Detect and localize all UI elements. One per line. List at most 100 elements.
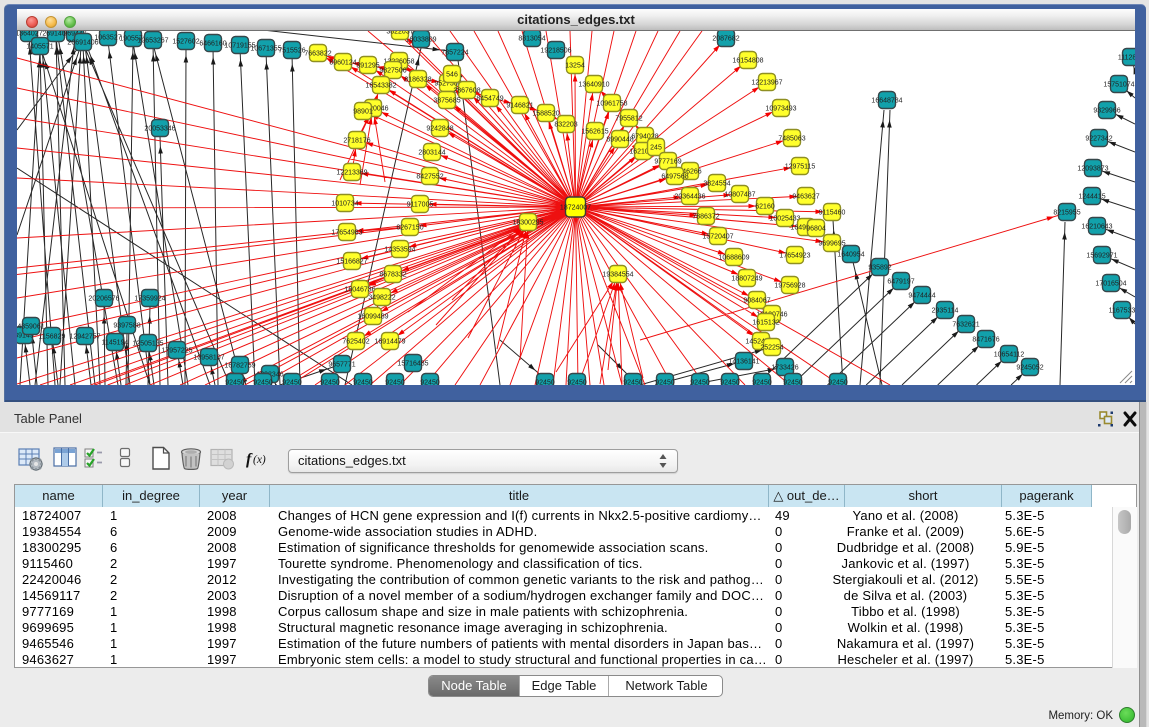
svg-text:13640910: 13640910	[578, 82, 609, 89]
svg-text:10654112: 10654112	[994, 352, 1025, 359]
svg-text:245: 245	[650, 145, 662, 152]
svg-text:92450: 92450	[690, 380, 710, 386]
svg-text:1640954: 1640954	[837, 252, 864, 259]
svg-text:9827506: 9827506	[379, 68, 406, 75]
svg-text:10653267: 10653267	[137, 38, 168, 45]
svg-text:18724007: 18724007	[560, 205, 591, 212]
svg-text:10688609: 10688609	[718, 255, 749, 262]
svg-text:8678332: 8678332	[379, 272, 406, 279]
svg-text:13254: 13254	[565, 63, 585, 70]
svg-text:12942757: 12942757	[69, 334, 100, 341]
svg-text:14353594: 14353594	[384, 247, 415, 254]
svg-text:15751074: 15751074	[1103, 82, 1134, 89]
svg-text:92450: 92450	[828, 380, 848, 386]
svg-text:935892: 935892	[868, 265, 891, 272]
svg-text:1145194: 1145194	[102, 340, 129, 347]
svg-text:92450: 92450	[282, 380, 302, 386]
svg-text:9227342: 9227342	[1085, 136, 1112, 143]
svg-text:92450: 92450	[655, 380, 675, 386]
svg-text:2935114: 2935114	[932, 308, 959, 315]
svg-text:1156829: 1156829	[39, 334, 66, 341]
svg-text:98901: 98901	[353, 109, 373, 116]
svg-text:12213369: 12213369	[336, 170, 367, 177]
svg-text:7485063: 7485063	[778, 136, 805, 143]
svg-text:6497568: 6497568	[661, 174, 688, 181]
svg-text:9699695: 9699695	[818, 241, 845, 248]
svg-text:18807249: 18807249	[731, 276, 762, 283]
svg-text:92450: 92450	[567, 380, 587, 386]
svg-text:8813054: 8813054	[518, 36, 545, 43]
svg-text:8267150: 8267150	[396, 225, 423, 232]
svg-text:92450: 92450	[385, 380, 405, 386]
svg-text:1562615: 1562615	[581, 129, 608, 136]
svg-text:92450: 92450	[420, 380, 440, 386]
svg-text:9329966: 9329966	[1093, 108, 1120, 115]
svg-text:9146821: 9146821	[506, 103, 533, 110]
svg-text:16210643: 16210643	[1081, 224, 1112, 231]
svg-text:8471676: 8471676	[972, 337, 999, 344]
svg-text:8427552: 8427552	[416, 174, 443, 181]
svg-text:1527602: 1527602	[172, 39, 199, 46]
svg-text:4359061: 4359061	[17, 324, 44, 331]
svg-text:8215955: 8215955	[1053, 210, 1080, 217]
svg-text:7663822: 7663822	[304, 51, 331, 58]
svg-text:92450: 92450	[535, 380, 555, 386]
svg-text:2087682: 2087682	[712, 36, 739, 43]
svg-text:92450: 92450	[225, 380, 245, 386]
svg-text:1615132: 1615132	[752, 320, 779, 327]
svg-text:16046736: 16046736	[344, 287, 375, 294]
svg-text:6479197: 6479197	[887, 279, 914, 286]
svg-text:16543382: 16543382	[365, 83, 396, 90]
svg-text:92450: 92450	[253, 380, 273, 386]
svg-text:1010734: 1010734	[331, 201, 358, 208]
svg-text:2803144: 2803144	[418, 150, 445, 157]
svg-text:10973493: 10973493	[765, 106, 796, 113]
svg-text:16033809: 16033809	[405, 37, 436, 44]
svg-text:20206576: 20206576	[88, 296, 119, 303]
svg-text:10671355: 10671355	[250, 46, 281, 53]
svg-text:f: f	[246, 451, 253, 468]
svg-text:92450: 92450	[752, 380, 772, 386]
svg-text:1733426: 1733426	[771, 365, 798, 372]
svg-text:3824554: 3824554	[703, 181, 730, 188]
svg-text:2718176: 2718176	[343, 138, 370, 145]
svg-text:9242848: 9242848	[426, 126, 453, 133]
svg-text:17957225: 17957225	[161, 348, 192, 355]
svg-text:8454749: 8454749	[476, 96, 503, 103]
svg-text:14136141: 14136141	[728, 359, 759, 366]
svg-text:20364436: 20364436	[674, 194, 705, 201]
svg-text:1112841: 1112841	[1118, 55, 1135, 62]
svg-text:12213967: 12213967	[751, 80, 782, 87]
svg-text:832203: 832203	[554, 122, 577, 129]
svg-text:15720407: 15720407	[702, 234, 733, 241]
svg-text:546: 546	[446, 72, 458, 79]
svg-text:1364027: 1364027	[17, 31, 43, 38]
svg-text:8990448: 8990448	[606, 137, 633, 144]
svg-text:9463627: 9463627	[792, 194, 819, 201]
svg-text:15166827: 15166827	[336, 259, 367, 266]
svg-text:62160: 62160	[755, 204, 775, 211]
svg-text:9777169: 9777169	[654, 159, 681, 166]
svg-text:92450: 92450	[320, 380, 340, 386]
svg-text:1244415: 1244415	[1078, 194, 1105, 201]
svg-text:8186328: 8186328	[404, 77, 431, 84]
svg-text:3822037: 3822037	[386, 31, 413, 36]
svg-text:9397588: 9397588	[113, 323, 140, 330]
svg-text:252254: 252254	[760, 345, 783, 352]
svg-text:12975115: 12975115	[785, 164, 816, 171]
svg-text:9084067: 9084067	[743, 298, 770, 305]
svg-text:9474444: 9474444	[908, 293, 935, 300]
svg-text:7625402: 7625402	[342, 339, 369, 346]
svg-text:19218506: 19218506	[540, 48, 571, 55]
svg-text:9245052: 9245052	[1016, 365, 1043, 372]
svg-text:20053346: 20053346	[144, 126, 175, 133]
svg-text:92450: 92450	[783, 380, 803, 386]
svg-text:92450: 92450	[353, 380, 373, 386]
svg-text:17016504: 17016504	[1095, 281, 1126, 288]
svg-text:9117005: 9117005	[407, 202, 434, 209]
svg-text:10958107: 10958107	[193, 355, 224, 362]
svg-text:18300295: 18300295	[512, 220, 543, 227]
svg-text:(x): (x)	[253, 454, 266, 466]
svg-text:16154808: 16154808	[732, 58, 763, 65]
svg-text:92450: 92450	[720, 380, 740, 386]
